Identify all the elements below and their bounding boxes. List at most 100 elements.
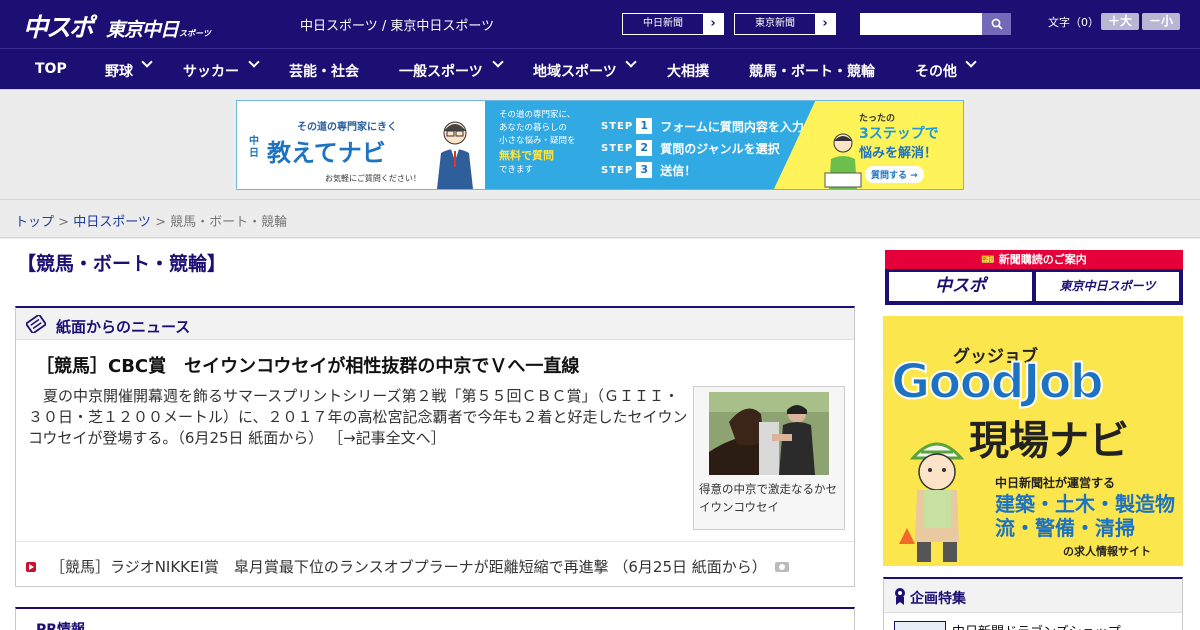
nav-item-entertainment[interactable]: 芸能・社会 xyxy=(289,61,359,81)
goodjob-site-label: の求人情報サイト xyxy=(1063,545,1151,558)
section-header: 企画特集 xyxy=(884,579,1182,613)
pr-section-title: PR情報 xyxy=(36,622,86,630)
section-header: 紙面からのニュース xyxy=(16,308,854,340)
banner-steps: STEP 1 フォームに質問内容を入力 STEP 2 質問のジャンルを選択 ST… xyxy=(601,115,804,181)
tokyo-link-button[interactable]: 東京新聞 › xyxy=(734,13,836,35)
breadcrumb-link-top[interactable]: トップ xyxy=(15,215,54,230)
banner-tagline: その道の専門家にきく xyxy=(297,122,397,133)
step-number: 1 xyxy=(636,118,653,134)
font-bigger-button[interactable]: ＋大 xyxy=(1101,13,1139,30)
banner-right-steps: 3ステップで xyxy=(859,126,939,142)
dragons-shop-link[interactable]: 中日新聞ドラゴンズショップ xyxy=(952,621,1121,630)
subscribe-tokyo-button[interactable]: 東京中日スポーツ xyxy=(1036,272,1179,301)
banner-description: その道の専門家に、 あなたの暮らしの 小さな悩み・疑問を 無料で質問 できます xyxy=(499,109,599,177)
play-bullet-icon xyxy=(26,561,36,572)
breadcrumb: トップ > 中日スポーツ > 競馬・ボート・競輪 xyxy=(15,211,287,230)
banner-title: 教えてナビ xyxy=(267,139,386,167)
search-icon xyxy=(991,18,1003,30)
search-button[interactable] xyxy=(982,13,1011,35)
step-word: STEP xyxy=(601,142,634,154)
nav-item-other[interactable]: その他 xyxy=(915,61,957,81)
divider xyxy=(16,541,854,542)
banner-step: STEP 2 質問のジャンルを選択 xyxy=(601,137,804,159)
chevron-right-icon: › xyxy=(703,14,723,34)
nav-item-soccer[interactable]: サッカー xyxy=(183,61,239,81)
newspaper-news-section: 紙面からのニュース ［競馬］CBC賞 セイウンコウセイが相性抜群の中京でＶへ一直… xyxy=(15,306,855,587)
search-form xyxy=(860,13,1011,35)
nav-item-top[interactable]: TOP xyxy=(35,61,67,77)
chevron-down-icon[interactable] xyxy=(248,56,260,68)
article-headline[interactable]: ［競馬］CBC賞 セイウンコウセイが相性抜群の中京でＶへ一直線 xyxy=(36,352,579,378)
dragons-shop-thumbnail[interactable] xyxy=(894,621,946,630)
banner-free-label: 無料で質問 xyxy=(499,149,554,162)
goodjob-operator: 中日新聞社が運営する xyxy=(995,476,1116,490)
site-title[interactable]: 中日スポーツ / 東京中日スポーツ xyxy=(300,15,494,34)
search-input[interactable] xyxy=(860,13,982,35)
step-text: フォームに質問内容を入力 xyxy=(660,119,804,134)
breadcrumb-link-chunichi-sports[interactable]: 中日スポーツ xyxy=(73,215,151,230)
photo-caption: 得意の中京で激走なるかセイウンコウセイ xyxy=(699,482,837,514)
camera-icon xyxy=(774,561,789,572)
goodjob-ad[interactable]: グッジョブ GoodJob 現場ナビ 中日新聞社が運営する 建築・土木・製造物流… xyxy=(883,316,1183,566)
news-list-item-text: ［競馬］ラジオNIKKEI賞 皐月賞最下位のランスオブプラーナが距離短縮で再進撃… xyxy=(50,558,767,576)
goodjob-job-types: 建築・土木・製造物流・警備・清掃 xyxy=(995,492,1175,540)
nav-item-regional-sports[interactable]: 地域スポーツ xyxy=(533,61,617,81)
special-features-section: 企画特集 中日新聞ドラゴンズショップ xyxy=(883,577,1183,630)
article-summary: 夏の中京開催開幕週を飾るサマースプリントシリーズ第２戦「第５５回ＣＢＣ賞」（ＧＩ… xyxy=(28,386,688,449)
logo-sports: スポーツ xyxy=(179,29,211,38)
banner-cta-button[interactable]: 質問する → xyxy=(865,166,924,183)
site-header: 中スポ 東京中日 スポーツ 中日スポーツ / 東京中日スポーツ 中日新聞 › 東… xyxy=(0,0,1200,48)
worker-illustration-icon xyxy=(899,442,965,562)
chunichi-link-button[interactable]: 中日新聞 › xyxy=(622,13,724,35)
pr-section: PR情報 xyxy=(15,607,855,630)
banner-left-panel: その道の専門家にきく 中日 教えてナビ お気軽にご質問ください！ xyxy=(237,101,485,189)
chevron-down-icon[interactable] xyxy=(492,56,504,68)
chevron-down-icon[interactable] xyxy=(965,56,977,68)
site-logo[interactable]: 中スポ 東京中日 スポーツ xyxy=(23,8,211,42)
article-photo[interactable]: 得意の中京で激走なるかセイウンコウセイ xyxy=(693,386,845,530)
breadcrumb-separator: > xyxy=(150,215,171,230)
font-smaller-button[interactable]: －小 xyxy=(1142,13,1180,30)
nav-item-keiba[interactable]: 競馬・ボート・競輪 xyxy=(749,61,875,81)
banner-desc-line: できます xyxy=(499,165,534,175)
newspaper-icon xyxy=(26,315,46,333)
chevron-right-icon: › xyxy=(815,14,835,34)
banner-step: STEP 1 フォームに質問内容を入力 xyxy=(601,115,804,137)
subscription-header: 🎫 新聞購読のご案内 xyxy=(885,250,1183,269)
nav-item-sumo[interactable]: 大相撲 xyxy=(667,61,709,81)
step-word: STEP xyxy=(601,164,634,176)
horse-photo xyxy=(709,392,829,475)
goodjob-genba-navi: 現場ナビ xyxy=(969,418,1129,464)
nav-item-general-sports[interactable]: 一般スポーツ xyxy=(399,61,483,81)
advisor-illustration-icon xyxy=(437,121,473,189)
font-size-label: 文字（0） xyxy=(1048,16,1099,29)
step-text: 質問のジャンルを選択 xyxy=(660,141,780,156)
chunichi-link-label: 中日新聞 xyxy=(643,18,683,29)
subscription-title: 新聞購読のご案内 xyxy=(998,253,1087,266)
ticket-icon: 🎫 xyxy=(981,253,999,266)
step-text: 送信！ xyxy=(660,163,697,178)
logo-chuspo: 中スポ xyxy=(23,13,94,42)
breadcrumb-current: 競馬・ボート・競輪 xyxy=(170,215,288,230)
goodjob-title: GoodJob xyxy=(890,353,1105,411)
banner-step: STEP 3 送信！ xyxy=(601,159,804,181)
banner-desc-line: あなたの暮らしの xyxy=(499,123,568,133)
step-number: 2 xyxy=(636,140,653,156)
main-content: 【競馬・ボート・競輪】 紙面からのニュース ［競馬］CBC賞 セイウンコウセイが… xyxy=(0,239,870,630)
page-title: 【競馬・ボート・競輪】 xyxy=(17,253,227,275)
chevron-down-icon[interactable] xyxy=(141,56,153,68)
banner-brand-prefix: 中日 xyxy=(249,136,259,159)
ribbon-icon xyxy=(895,588,905,605)
oshiete-navi-banner[interactable]: その道の専門家にきく 中日 教えてナビ お気軽にご質問ください！ その道の専門家… xyxy=(236,100,964,190)
subscribe-chuspo-button[interactable]: 中スポ xyxy=(889,272,1032,301)
breadcrumb-separator: > xyxy=(54,215,74,230)
tokyo-link-label: 東京新聞 xyxy=(755,18,795,29)
read-more-link[interactable]: ［→記事全文へ］ xyxy=(328,429,446,447)
main-nav: TOP 野球 サッカー 芸能・社会 一般スポーツ 地域スポーツ 大相撲 競馬・ボ… xyxy=(0,48,1200,89)
news-list-item[interactable]: ［競馬］ラジオNIKKEI賞 皐月賞最下位のランスオブプラーナが距離短縮で再進撃… xyxy=(26,556,789,577)
horse-photo-image xyxy=(709,392,829,475)
section-title: 企画特集 xyxy=(910,591,966,607)
nav-item-baseball[interactable]: 野球 xyxy=(105,61,133,81)
breadcrumb-bar: トップ > 中日スポーツ > 競馬・ボート・競輪 xyxy=(0,201,1200,238)
chevron-down-icon[interactable] xyxy=(625,56,637,68)
